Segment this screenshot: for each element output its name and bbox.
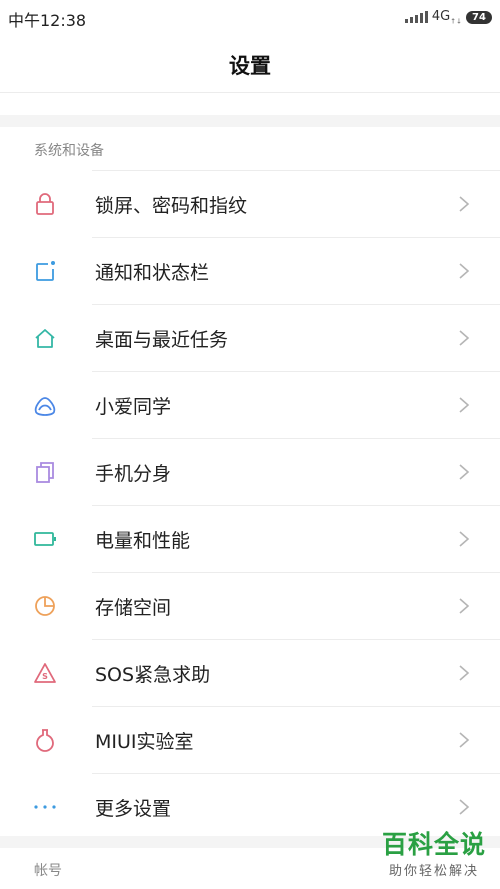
item-label: 电量和性能 bbox=[95, 530, 191, 552]
chevron-right-icon bbox=[459, 799, 470, 815]
page-title: 设置 bbox=[229, 54, 271, 78]
divider bbox=[92, 773, 500, 774]
divider bbox=[92, 572, 500, 573]
divider bbox=[92, 505, 500, 506]
xiaoai-icon bbox=[34, 397, 56, 416]
chevron-right-icon bbox=[459, 665, 470, 681]
battery-indicator: 74 bbox=[466, 10, 492, 24]
item-label: 桌面与最近任务 bbox=[95, 329, 229, 351]
watermark: 百科全说 助你轻松解决 bbox=[382, 830, 486, 879]
network-type-label: 4G bbox=[431, 8, 451, 24]
settings-list: 锁屏、密码和指纹 通知和状态栏 桌面与最近任务 小爱同学 手机分身 电量和性能 … bbox=[0, 170, 500, 840]
settings-item-home-screen[interactable]: 桌面与最近任务 bbox=[0, 304, 500, 371]
settings-item-miui-lab[interactable]: MIUI实验室 bbox=[0, 706, 500, 773]
item-label: 通知和状态栏 bbox=[95, 262, 210, 284]
chevron-right-icon bbox=[459, 531, 470, 547]
home-icon bbox=[35, 329, 55, 348]
divider bbox=[92, 438, 500, 439]
divider bbox=[92, 304, 500, 305]
divider bbox=[92, 706, 500, 707]
header: 设置 bbox=[0, 36, 500, 92]
section-label-account: 帐号 bbox=[34, 863, 62, 879]
chevron-right-icon bbox=[459, 732, 470, 748]
watermark-title: 百科全说 bbox=[381, 830, 486, 859]
divider bbox=[92, 170, 500, 171]
settings-item-storage[interactable]: 存储空间 bbox=[0, 572, 500, 639]
settings-item-xiaoai[interactable]: 小爱同学 bbox=[0, 371, 500, 438]
item-label: 手机分身 bbox=[95, 463, 172, 485]
status-time: 中午12:38 bbox=[8, 11, 87, 30]
item-label: 存储空间 bbox=[95, 597, 172, 619]
sos-icon: S bbox=[34, 663, 56, 683]
item-label: 锁屏、密码和指纹 bbox=[95, 195, 248, 217]
chevron-right-icon bbox=[459, 397, 470, 413]
status-bar: 中午12:38 4G↑↓ 74 bbox=[0, 0, 500, 34]
notification-icon bbox=[36, 261, 55, 281]
settings-item-second-space[interactable]: 手机分身 bbox=[0, 438, 500, 505]
svg-text:S: S bbox=[42, 672, 48, 681]
chevron-right-icon bbox=[459, 263, 470, 279]
item-label: 更多设置 bbox=[95, 798, 172, 820]
header-divider bbox=[0, 92, 500, 93]
battery-level: 74 bbox=[472, 11, 486, 23]
battery-icon bbox=[34, 532, 56, 546]
settings-item-battery[interactable]: 电量和性能 bbox=[0, 505, 500, 572]
settings-item-sos[interactable]: S SOS紧急求助 bbox=[0, 639, 500, 706]
lock-icon bbox=[36, 193, 54, 215]
storage-pie-icon bbox=[35, 596, 55, 616]
network-type: 4G↑↓ bbox=[431, 8, 462, 26]
watermark-subtitle: 助你轻松解决 bbox=[388, 864, 479, 879]
settings-item-notifications[interactable]: 通知和状态栏 bbox=[0, 237, 500, 304]
chevron-right-icon bbox=[459, 598, 470, 614]
settings-item-lock-screen[interactable]: 锁屏、密码和指纹 bbox=[0, 170, 500, 237]
section-spacer bbox=[0, 115, 500, 127]
divider bbox=[92, 371, 500, 372]
chevron-right-icon bbox=[459, 330, 470, 346]
status-indicators: 4G↑↓ 74 bbox=[404, 8, 492, 26]
item-label: 小爱同学 bbox=[95, 396, 172, 418]
chevron-right-icon bbox=[459, 196, 470, 212]
more-dots-icon bbox=[34, 805, 56, 809]
divider bbox=[92, 237, 500, 238]
item-label: SOS紧急求助 bbox=[95, 664, 211, 686]
item-label: MIUI实验室 bbox=[95, 731, 194, 753]
signal-strength-icon bbox=[404, 11, 428, 23]
divider bbox=[92, 639, 500, 640]
second-space-icon bbox=[36, 462, 54, 483]
section-label-system: 系统和设备 bbox=[34, 143, 104, 159]
chevron-right-icon bbox=[459, 464, 470, 480]
lab-flask-icon bbox=[36, 729, 54, 752]
